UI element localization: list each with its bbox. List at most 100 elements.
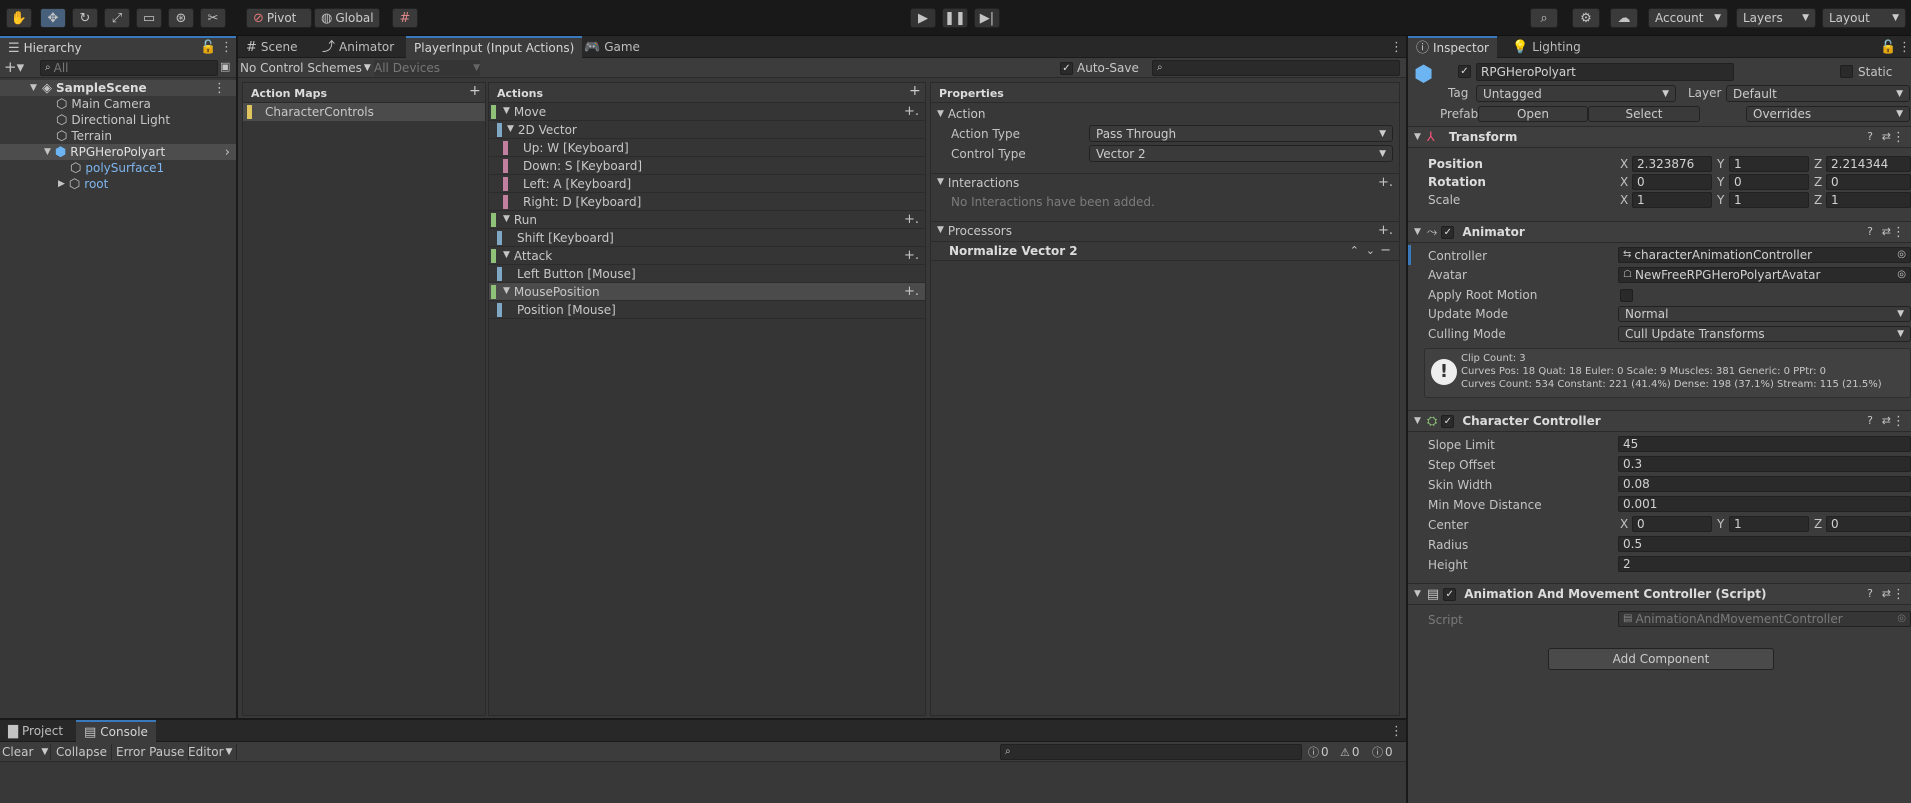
pivot-toggle[interactable]: ⊘ Pivot: [246, 8, 312, 28]
object-picker-icon[interactable]: ◎: [1897, 270, 1906, 280]
scale-z-field[interactable]: 1: [1826, 192, 1911, 208]
remove-icon[interactable]: −: [1380, 244, 1391, 257]
center-y-field[interactable]: 1: [1729, 516, 1809, 532]
hand-tool-button[interactable]: ✋: [6, 8, 32, 28]
character-controller-enabled-checkbox[interactable]: ✓: [1441, 414, 1455, 428]
action-row-attack[interactable]: ▼ Attack +.: [489, 247, 925, 265]
hierarchy-item-terrain[interactable]: ⬡ Terrain: [0, 128, 236, 144]
error-pause-toggle[interactable]: Error Pause: [112, 744, 190, 760]
skin-width-field[interactable]: 0.08: [1618, 476, 1911, 492]
action-row-run[interactable]: ▼ Run +.: [489, 211, 925, 229]
preset-icon[interactable]: ⇄: [1882, 415, 1891, 426]
help-icon[interactable]: ?: [1867, 415, 1873, 426]
layer-dropdown[interactable]: Default ▼: [1726, 85, 1910, 102]
controller-field[interactable]: ⇆ characterAnimationController ◎: [1618, 247, 1911, 263]
tab-project[interactable]: ▇ Project: [0, 720, 71, 742]
center-y-axis-label[interactable]: Y: [1717, 517, 1724, 531]
scale-y-field[interactable]: 1: [1729, 192, 1809, 208]
preset-icon[interactable]: ⇄: [1882, 226, 1891, 237]
position-y-field[interactable]: 1: [1729, 156, 1809, 172]
position-z-field[interactable]: 2.214344: [1826, 156, 1911, 172]
hierarchy-item-main-camera[interactable]: ⬡ Main Camera: [0, 96, 236, 112]
script-enabled-checkbox[interactable]: ✓: [1443, 587, 1457, 601]
pause-button[interactable]: ❚❚: [942, 8, 968, 28]
active-checkbox[interactable]: ✓: [1458, 65, 1471, 78]
kebab-menu-icon[interactable]: ⋮: [1892, 415, 1905, 428]
hierarchy-item-rpgheropolyart[interactable]: ▼ ⬢ RPGHeroPolyart ›: [0, 144, 236, 160]
custom-tool-button[interactable]: ✂: [200, 8, 226, 28]
kebab-menu-icon[interactable]: ⋮: [220, 40, 233, 55]
scale-x-axis-label[interactable]: X: [1620, 193, 1628, 207]
kebab-menu-icon[interactable]: ⋮: [1898, 40, 1911, 55]
culling-mode-dropdown[interactable]: Cull Update Transforms ▼: [1618, 326, 1911, 342]
action-foldout[interactable]: ▼ Action: [931, 105, 1399, 123]
tab-console[interactable]: ▤ Console: [76, 720, 156, 742]
rotation-y-axis-label[interactable]: Y: [1717, 175, 1724, 189]
avatar-field[interactable]: ☖ NewFreeRPGHeroPolyartAvatar ◎: [1618, 267, 1911, 283]
transform-tool-button[interactable]: ⊛: [168, 8, 194, 28]
prefab-select-button[interactable]: Select: [1588, 106, 1700, 122]
processor-item[interactable]: Normalize Vector 2 ⌃ ⌄ −: [931, 241, 1399, 261]
scale-x-field[interactable]: 1: [1632, 192, 1712, 208]
character-controller-header[interactable]: ▼ ⛭ ✓ Character Controller ? ⇄ ⋮: [1408, 410, 1911, 432]
rotation-x-axis-label[interactable]: X: [1620, 175, 1628, 189]
binding-row-left[interactable]: Left: A [Keyboard]: [489, 175, 925, 193]
move-tool-button[interactable]: ✥: [40, 8, 66, 28]
binding-row-up[interactable]: Up: W [Keyboard]: [489, 139, 925, 157]
action-type-dropdown[interactable]: Pass Through ▼: [1089, 125, 1393, 142]
action-map-item[interactable]: CharacterControls: [243, 103, 485, 121]
kebab-menu-icon[interactable]: ⋮: [213, 82, 226, 95]
layout-dropdown[interactable]: Layout ▼: [1822, 8, 1906, 28]
preset-icon[interactable]: ⇄: [1882, 131, 1891, 142]
play-button[interactable]: ▶: [910, 8, 936, 28]
binding-row-2d-vector[interactable]: ▼ 2D Vector: [489, 121, 925, 139]
preset-icon[interactable]: ⇄: [1882, 588, 1891, 599]
add-binding-icon[interactable]: +.: [904, 213, 919, 226]
collapse-toggle[interactable]: Collapse: [52, 744, 112, 760]
tab-inspector[interactable]: ⓘ Inspector: [1408, 36, 1497, 58]
step-button[interactable]: ▶|: [974, 8, 1000, 28]
binding-row-right[interactable]: Right: D [Keyboard]: [489, 193, 925, 211]
warning-count-toggle[interactable]: ⚠ 0: [1340, 744, 1360, 760]
animator-header[interactable]: ▼ ⤳ ✓ Animator ? ⇄ ⋮: [1408, 221, 1911, 243]
control-schemes-dropdown[interactable]: No Control Schemes ▼: [240, 60, 371, 76]
tag-dropdown[interactable]: Untagged ▼: [1476, 85, 1676, 102]
prefab-overrides-dropdown[interactable]: Overrides ▼: [1746, 106, 1910, 122]
add-binding-icon[interactable]: +.: [904, 285, 919, 298]
radius-field[interactable]: 0.5: [1618, 536, 1911, 552]
prefab-open-button[interactable]: Open: [1478, 106, 1588, 122]
clear-button[interactable]: Clear ▼: [0, 744, 52, 760]
add-action-icon[interactable]: +: [909, 83, 921, 99]
binding-row-shift[interactable]: Shift [Keyboard]: [489, 229, 925, 247]
script-component-header[interactable]: ▼ ▤ ✓ Animation And Movement Controller …: [1408, 583, 1911, 605]
devices-dropdown[interactable]: All Devices ▼: [374, 60, 480, 76]
global-toggle[interactable]: ◍ Global: [314, 8, 380, 28]
autosave-toggle[interactable]: ✓ Auto-Save: [1060, 60, 1139, 76]
kebab-menu-icon[interactable]: ⋮: [1390, 40, 1403, 55]
move-up-icon[interactable]: ⌃: [1350, 245, 1359, 256]
hierarchy-item-polysurface1[interactable]: ⬡ polySurface1: [0, 160, 236, 176]
hierarchy-item-directional-light[interactable]: ⬡ Directional Light: [0, 112, 236, 128]
object-name-field[interactable]: RPGHeroPolyart: [1476, 63, 1734, 81]
center-x-axis-label[interactable]: X: [1620, 517, 1628, 531]
chevron-right-icon[interactable]: ›: [225, 146, 230, 159]
update-mode-dropdown[interactable]: Normal ▼: [1618, 306, 1911, 322]
min-move-distance-field[interactable]: 0.001: [1618, 496, 1911, 512]
cloud-button[interactable]: ☁: [1610, 8, 1638, 28]
scale-tool-button[interactable]: ⤢: [104, 8, 130, 28]
help-icon[interactable]: ?: [1867, 131, 1873, 142]
hierarchy-item-root[interactable]: ▶ ⬡ root: [0, 176, 236, 192]
settings-button[interactable]: ⚙: [1572, 8, 1600, 28]
add-interaction-icon[interactable]: +.: [1378, 176, 1393, 189]
position-z-axis-label[interactable]: Z: [1814, 157, 1822, 171]
height-field[interactable]: 2: [1618, 556, 1911, 572]
help-icon[interactable]: ?: [1867, 588, 1873, 599]
rect-tool-button[interactable]: ▭: [136, 8, 162, 28]
log-count-toggle[interactable]: ⓘ 0: [1308, 744, 1329, 760]
position-y-axis-label[interactable]: Y: [1717, 157, 1724, 171]
lock-icon[interactable]: 🔓: [200, 40, 216, 55]
action-row-move[interactable]: ▼ Move +.: [489, 103, 925, 121]
move-down-icon[interactable]: ⌄: [1366, 245, 1375, 256]
object-picker-icon[interactable]: ◎: [1897, 250, 1906, 260]
rotation-z-axis-label[interactable]: Z: [1814, 175, 1822, 189]
